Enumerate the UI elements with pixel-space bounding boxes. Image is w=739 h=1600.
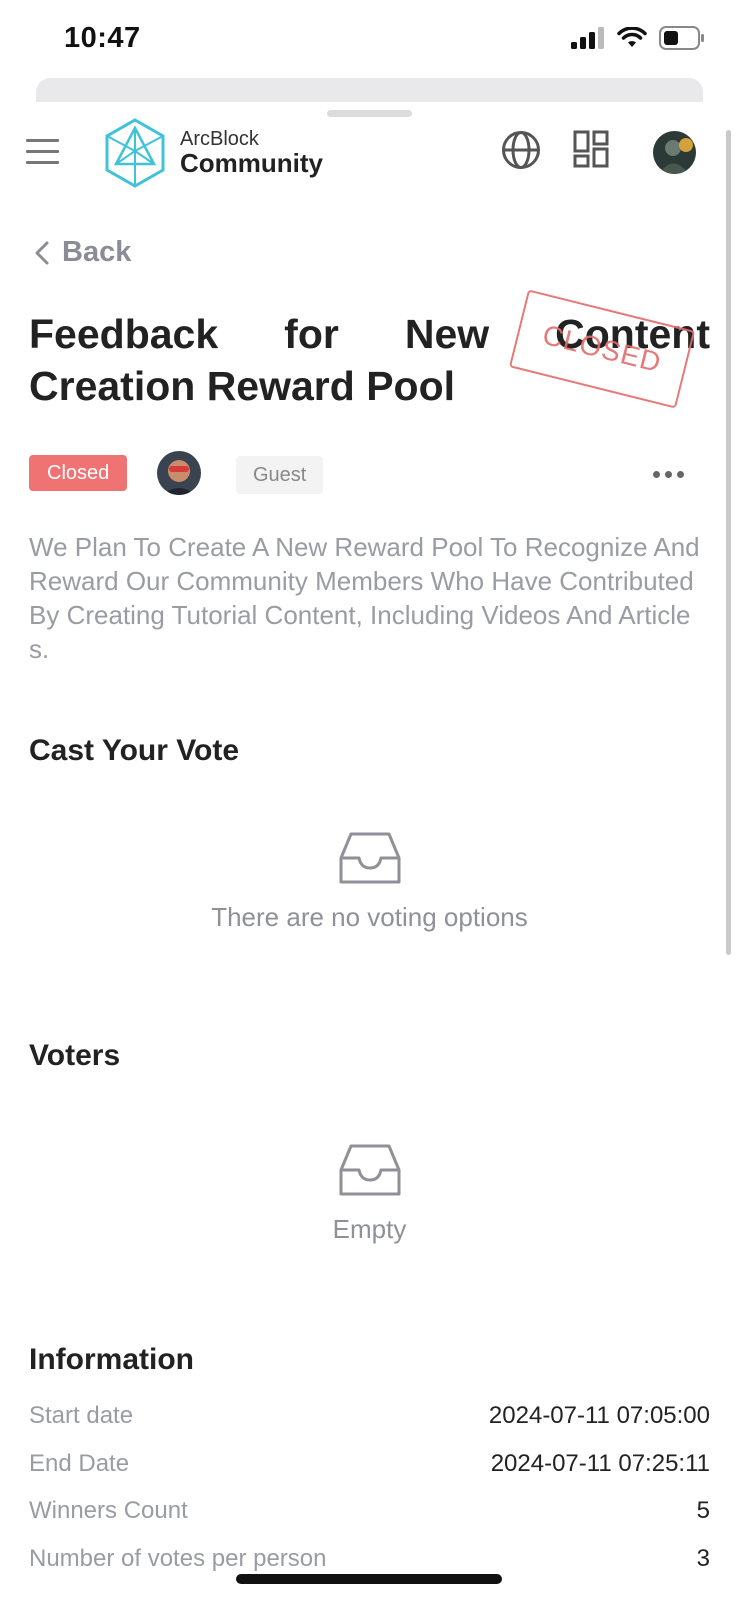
info-label: Start date (29, 1402, 134, 1429)
info-value: 3 (696, 1545, 710, 1572)
home-indicator[interactable] (236, 1574, 502, 1584)
arcblock-logo-icon (105, 118, 165, 188)
cast-vote-heading: Cast Your Vote (29, 734, 240, 767)
sheet-background (36, 78, 703, 102)
voters-empty-text: Empty (332, 1214, 407, 1244)
info-value: 2024-07-11 07:05:00 (488, 1402, 710, 1429)
info-value: 5 (696, 1497, 710, 1524)
inbox-empty-icon (339, 832, 400, 884)
proposal-meta: Closed Guest (29, 451, 699, 503)
arcblock-logo[interactable]: ArcBlock Community (104, 118, 323, 188)
voters-heading: Voters (29, 1039, 121, 1072)
app-header: ArcBlock Community (0, 112, 739, 202)
author-avatar[interactable] (157, 451, 201, 495)
info-value: 2024-07-11 07:25:11 (490, 1450, 710, 1477)
info-row-winners-count: Winners Count 5 (29, 1497, 710, 1525)
inbox-empty-icon (339, 1144, 400, 1196)
menu-icon[interactable] (26, 139, 59, 165)
information-heading: Information (29, 1343, 194, 1376)
globe-icon[interactable] (501, 130, 541, 170)
voters-empty-state: Empty (0, 1144, 739, 1245)
status-icons (571, 26, 705, 50)
user-avatar[interactable] (653, 131, 696, 174)
chevron-left-icon (35, 241, 49, 264)
role-tag: Guest (236, 456, 324, 494)
status-time: 10:47 (64, 22, 141, 54)
wifi-icon (617, 27, 647, 47)
back-label: Back (62, 236, 132, 268)
status-badge: Closed (29, 455, 128, 491)
apps-grid-icon[interactable] (573, 130, 609, 168)
info-label: End Date (29, 1450, 130, 1477)
info-row-end-date: End Date 2024-07-11 07:25:11 (29, 1450, 710, 1478)
logo-title: Community (180, 147, 323, 178)
more-options-icon[interactable] (653, 467, 693, 481)
signal-icon (571, 27, 604, 49)
back-button[interactable]: Back (34, 236, 131, 269)
logo-text: ArcBlock Community (180, 127, 323, 178)
status-bar: 10:47 (0, 0, 739, 78)
info-row-votes-per-person: Number of votes per person 3 (29, 1545, 710, 1573)
vote-empty-state: There are no voting options (0, 832, 739, 933)
info-label: Winners Count (29, 1497, 188, 1524)
battery-icon (659, 26, 704, 50)
logo-subtitle: ArcBlock (180, 127, 259, 150)
proposal-description: We Plan To Create A New Reward Pool To R… (29, 532, 700, 664)
info-label: Number of votes per person (29, 1545, 327, 1572)
vote-empty-text: There are no voting options (211, 902, 528, 932)
info-row-start-date: Start date 2024-07-11 07:05:00 (29, 1402, 710, 1430)
